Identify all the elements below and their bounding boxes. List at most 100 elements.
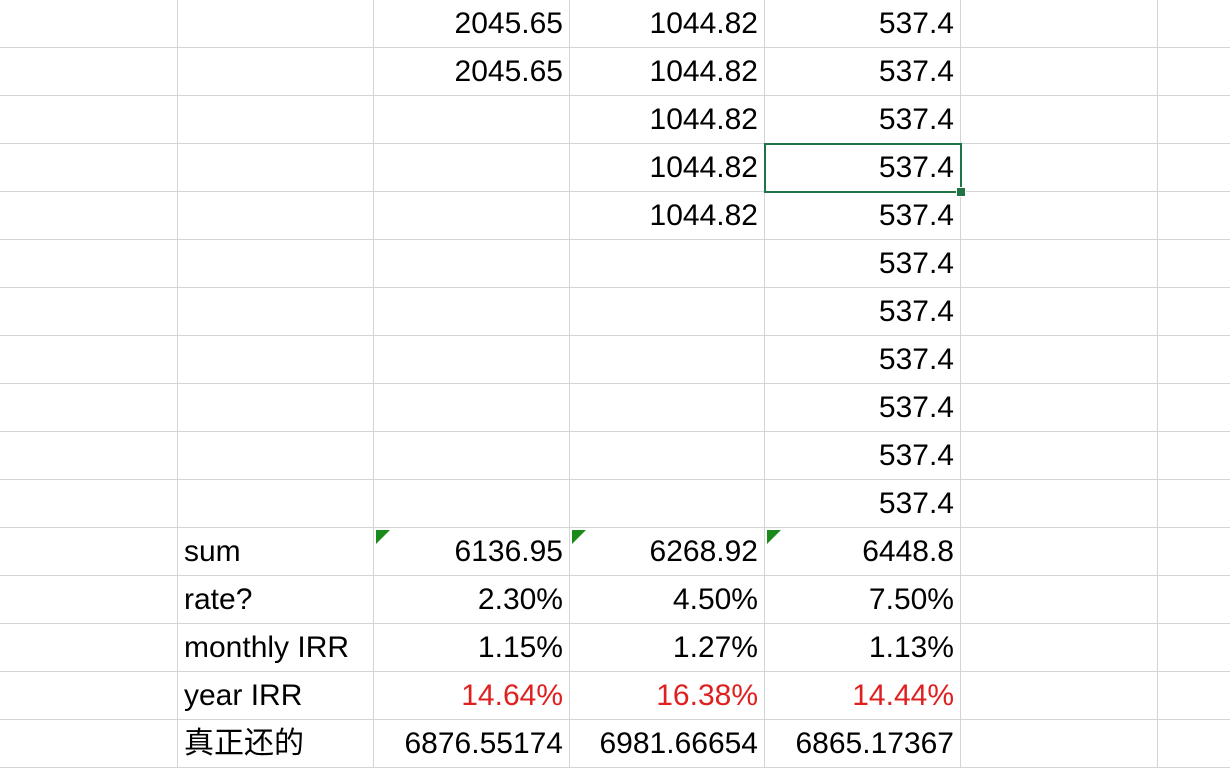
cell-c6[interactable]: [374, 240, 570, 288]
value-cell[interactable]: 1044.82: [570, 48, 765, 96]
value-cell[interactable]: 2045.65: [374, 48, 570, 96]
cell-f8[interactable]: [961, 336, 1158, 384]
cell-g16[interactable]: [1158, 720, 1230, 768]
value-cell[interactable]: 16.38%: [570, 672, 765, 720]
cell-d6[interactable]: [570, 240, 765, 288]
value-cell[interactable]: 2.30%: [374, 576, 570, 624]
cell-g8[interactable]: [1158, 336, 1230, 384]
cell-g2[interactable]: [1158, 48, 1230, 96]
value-cell[interactable]: 1044.82: [570, 0, 765, 48]
value-cell[interactable]: 1.15%: [374, 624, 570, 672]
cell-b10[interactable]: [178, 432, 374, 480]
value-cell[interactable]: 537.4: [765, 336, 961, 384]
value-cell[interactable]: 537.4: [765, 96, 961, 144]
cell-a8[interactable]: [0, 336, 178, 384]
value-cell[interactable]: 537.4: [765, 48, 961, 96]
cell-a2[interactable]: [0, 48, 178, 96]
value-cell[interactable]: 537.4: [765, 0, 961, 48]
value-cell[interactable]: 1044.82: [570, 144, 765, 192]
cell-f16[interactable]: [961, 720, 1158, 768]
cell-b6[interactable]: [178, 240, 374, 288]
cell-g15[interactable]: [1158, 672, 1230, 720]
cell-g10[interactable]: [1158, 432, 1230, 480]
cell-d7[interactable]: [570, 288, 765, 336]
cell-f2[interactable]: [961, 48, 1158, 96]
cell-a14[interactable]: [0, 624, 178, 672]
value-cell[interactable]: 14.64%: [374, 672, 570, 720]
row-label-cell[interactable]: sum: [178, 528, 374, 576]
value-cell[interactable]: 1044.82: [570, 192, 765, 240]
cell-f13[interactable]: [961, 576, 1158, 624]
cell-a1[interactable]: [0, 0, 178, 48]
row-label-cell[interactable]: 真正还的: [178, 720, 374, 768]
value-cell[interactable]: 537.4: [765, 192, 961, 240]
cell-g11[interactable]: [1158, 480, 1230, 528]
active-cell-selection[interactable]: [764, 143, 962, 193]
cell-a16[interactable]: [0, 720, 178, 768]
cell-g1[interactable]: [1158, 0, 1230, 48]
cell-c10[interactable]: [374, 432, 570, 480]
cell-b11[interactable]: [178, 480, 374, 528]
value-cell[interactable]: 537.4: [765, 288, 961, 336]
cell-f15[interactable]: [961, 672, 1158, 720]
cell-a5[interactable]: [0, 192, 178, 240]
cell-a12[interactable]: [0, 528, 178, 576]
value-cell[interactable]: 1.13%: [765, 624, 961, 672]
cell-c5[interactable]: [374, 192, 570, 240]
value-cell[interactable]: 1044.82: [570, 96, 765, 144]
cell-f4[interactable]: [961, 144, 1158, 192]
cell-f10[interactable]: [961, 432, 1158, 480]
value-cell[interactable]: 537.4: [765, 480, 961, 528]
cell-b4[interactable]: [178, 144, 374, 192]
value-cell[interactable]: 537.4: [765, 240, 961, 288]
cell-f11[interactable]: [961, 480, 1158, 528]
cell-c4[interactable]: [374, 144, 570, 192]
row-label-cell[interactable]: monthly IRR: [178, 624, 374, 672]
cell-g6[interactable]: [1158, 240, 1230, 288]
cell-b2[interactable]: [178, 48, 374, 96]
value-cell[interactable]: 14.44%: [765, 672, 961, 720]
cell-f9[interactable]: [961, 384, 1158, 432]
cell-f14[interactable]: [961, 624, 1158, 672]
value-cell[interactable]: 6865.17367: [765, 720, 961, 768]
cell-b7[interactable]: [178, 288, 374, 336]
cell-g12[interactable]: [1158, 528, 1230, 576]
value-cell[interactable]: 6981.66654: [570, 720, 765, 768]
value-cell[interactable]: 6448.8: [765, 528, 961, 576]
cell-c9[interactable]: [374, 384, 570, 432]
value-cell[interactable]: 6268.92: [570, 528, 765, 576]
cell-c11[interactable]: [374, 480, 570, 528]
value-cell[interactable]: 6876.55174: [374, 720, 570, 768]
value-cell[interactable]: 1.27%: [570, 624, 765, 672]
value-cell[interactable]: 537.4: [765, 384, 961, 432]
cell-a7[interactable]: [0, 288, 178, 336]
value-cell[interactable]: 537.4: [765, 432, 961, 480]
cell-f12[interactable]: [961, 528, 1158, 576]
cell-b8[interactable]: [178, 336, 374, 384]
cell-a6[interactable]: [0, 240, 178, 288]
cell-a13[interactable]: [0, 576, 178, 624]
cell-f5[interactable]: [961, 192, 1158, 240]
cell-b5[interactable]: [178, 192, 374, 240]
cell-f1[interactable]: [961, 0, 1158, 48]
cell-a15[interactable]: [0, 672, 178, 720]
cell-b9[interactable]: [178, 384, 374, 432]
cell-d8[interactable]: [570, 336, 765, 384]
cell-a4[interactable]: [0, 144, 178, 192]
cell-f3[interactable]: [961, 96, 1158, 144]
cell-a11[interactable]: [0, 480, 178, 528]
cell-c7[interactable]: [374, 288, 570, 336]
cell-d11[interactable]: [570, 480, 765, 528]
cell-g5[interactable]: [1158, 192, 1230, 240]
cell-g3[interactable]: [1158, 96, 1230, 144]
cell-f7[interactable]: [961, 288, 1158, 336]
row-label-cell[interactable]: rate?: [178, 576, 374, 624]
cell-g13[interactable]: [1158, 576, 1230, 624]
cell-g4[interactable]: [1158, 144, 1230, 192]
value-cell[interactable]: 2045.65: [374, 0, 570, 48]
cell-b3[interactable]: [178, 96, 374, 144]
row-label-cell[interactable]: year IRR: [178, 672, 374, 720]
cell-c8[interactable]: [374, 336, 570, 384]
cell-d9[interactable]: [570, 384, 765, 432]
value-cell[interactable]: 6136.95: [374, 528, 570, 576]
